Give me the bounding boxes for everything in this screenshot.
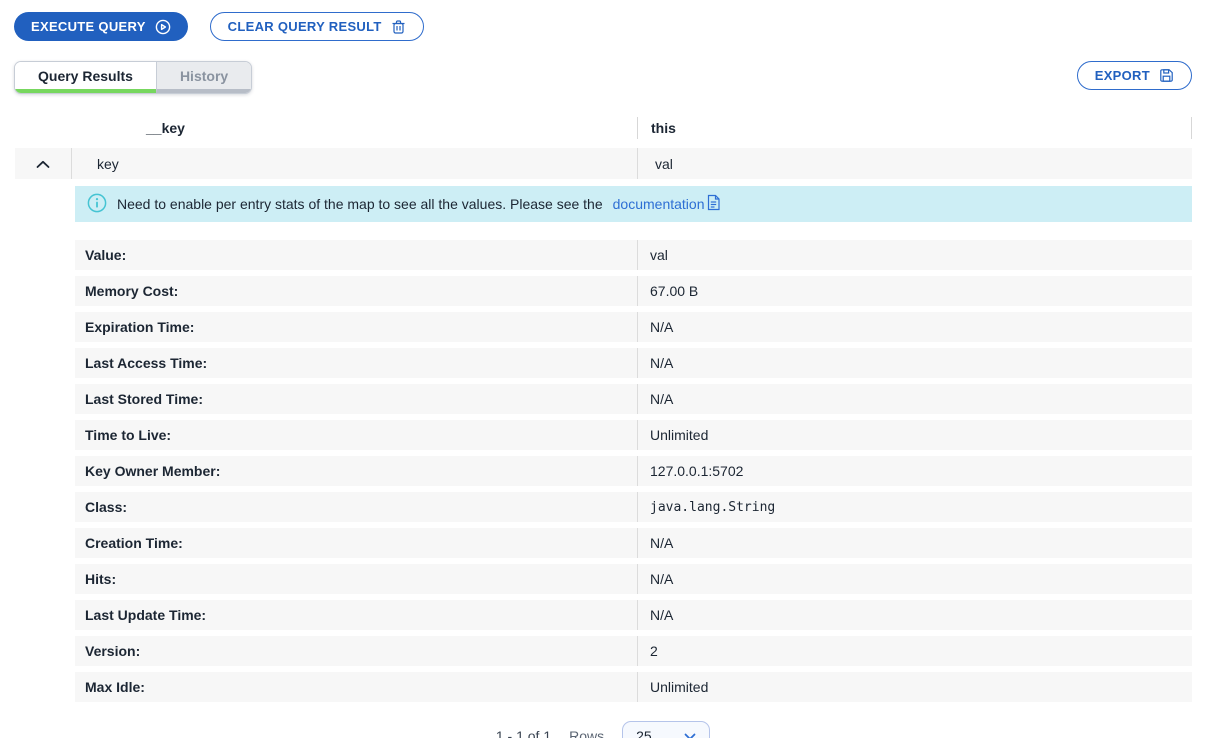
detail-label: Hits:	[75, 564, 637, 594]
clear-query-result-button[interactable]: CLEAR QUERY RESULT	[210, 12, 424, 41]
detail-row: Version: 2	[75, 636, 1192, 666]
detail-label: Expiration Time:	[75, 312, 637, 342]
banner-message: Need to enable per entry stats of the ma…	[117, 196, 603, 212]
trash-icon	[391, 19, 406, 35]
tab-history[interactable]: History	[156, 62, 251, 93]
detail-label: Creation Time:	[75, 528, 637, 558]
results-header-row: Query Results History EXPORT	[0, 41, 1206, 94]
query-toolbar: EXECUTE QUERY CLEAR QUERY RESULT	[0, 0, 1206, 41]
detail-row: Expiration Time: N/A	[75, 312, 1192, 342]
detail-value: 2	[637, 636, 1192, 666]
detail-label: Last Access Time:	[75, 348, 637, 378]
detail-value: N/A	[637, 312, 1192, 342]
tab-query-results-label: Query Results	[38, 68, 133, 84]
column-header-key[interactable]: __key	[72, 120, 637, 136]
detail-label: Last Stored Time:	[75, 384, 637, 414]
detail-value: 127.0.0.1:5702	[637, 456, 1192, 486]
detail-row: Class: java.lang.String	[75, 492, 1192, 522]
detail-value: 67.00 B	[637, 276, 1192, 306]
entry-stats-info-banner: Need to enable per entry stats of the ma…	[75, 186, 1192, 222]
details-list: Value: val Memory Cost: 67.00 B Expirati…	[75, 240, 1192, 702]
detail-value: java.lang.String	[637, 492, 1192, 522]
tab-history-label: History	[180, 68, 228, 84]
pagination-bar: 1 - 1 of 1 Rows 25	[0, 721, 1206, 738]
results-table-header: __key this	[15, 111, 1192, 144]
detail-row: Last Update Time: N/A	[75, 600, 1192, 630]
page-size-value: 25	[636, 728, 652, 738]
detail-row: Hits: N/A	[75, 564, 1192, 594]
cell-key[interactable]: key	[72, 148, 637, 179]
detail-label: Time to Live:	[75, 420, 637, 450]
tab-query-results[interactable]: Query Results	[15, 62, 156, 93]
collapse-row-toggle[interactable]	[15, 148, 72, 179]
detail-value: val	[637, 240, 1192, 270]
column-header-this[interactable]: this	[637, 117, 1192, 139]
export-button[interactable]: EXPORT	[1077, 61, 1192, 90]
page-size-select[interactable]: 25	[622, 721, 710, 738]
clear-query-result-label: CLEAR QUERY RESULT	[228, 19, 382, 34]
detail-value: Unlimited	[637, 672, 1192, 702]
detail-value: N/A	[637, 348, 1192, 378]
results-tabs: Query Results History	[14, 61, 252, 94]
chevron-down-icon	[684, 728, 696, 738]
detail-label: Class:	[75, 492, 637, 522]
detail-value: N/A	[637, 564, 1192, 594]
export-label: EXPORT	[1095, 68, 1150, 83]
documentation-link-label: documentation	[613, 196, 705, 212]
detail-value: N/A	[637, 528, 1192, 558]
detail-row: Max Idle: Unlimited	[75, 672, 1192, 702]
table-row: key val	[15, 148, 1192, 179]
detail-label: Version:	[75, 636, 637, 666]
execute-query-button[interactable]: EXECUTE QUERY	[14, 12, 188, 41]
detail-row: Last Access Time: N/A	[75, 348, 1192, 378]
detail-label: Value:	[75, 240, 637, 270]
info-circle-icon	[87, 193, 107, 216]
detail-value: N/A	[637, 384, 1192, 414]
document-icon	[706, 194, 721, 214]
detail-row: Creation Time: N/A	[75, 528, 1192, 558]
documentation-link[interactable]: documentation	[613, 194, 722, 214]
detail-label: Memory Cost:	[75, 276, 637, 306]
pagination-range: 1 - 1 of 1	[496, 728, 551, 738]
detail-label: Key Owner Member:	[75, 456, 637, 486]
detail-label: Last Update Time:	[75, 600, 637, 630]
detail-value: Unlimited	[637, 420, 1192, 450]
cell-value[interactable]: val	[637, 148, 1192, 179]
save-icon	[1159, 68, 1174, 83]
detail-value: N/A	[637, 600, 1192, 630]
chevron-up-icon	[36, 156, 50, 172]
pagination-rows-label: Rows	[569, 728, 604, 738]
detail-row: Memory Cost: 67.00 B	[75, 276, 1192, 306]
detail-row: Time to Live: Unlimited	[75, 420, 1192, 450]
detail-row: Last Stored Time: N/A	[75, 384, 1192, 414]
detail-label: Max Idle:	[75, 672, 637, 702]
play-circle-icon	[155, 19, 171, 35]
detail-row: Key Owner Member: 127.0.0.1:5702	[75, 456, 1192, 486]
detail-row: Value: val	[75, 240, 1192, 270]
execute-query-label: EXECUTE QUERY	[31, 19, 146, 34]
